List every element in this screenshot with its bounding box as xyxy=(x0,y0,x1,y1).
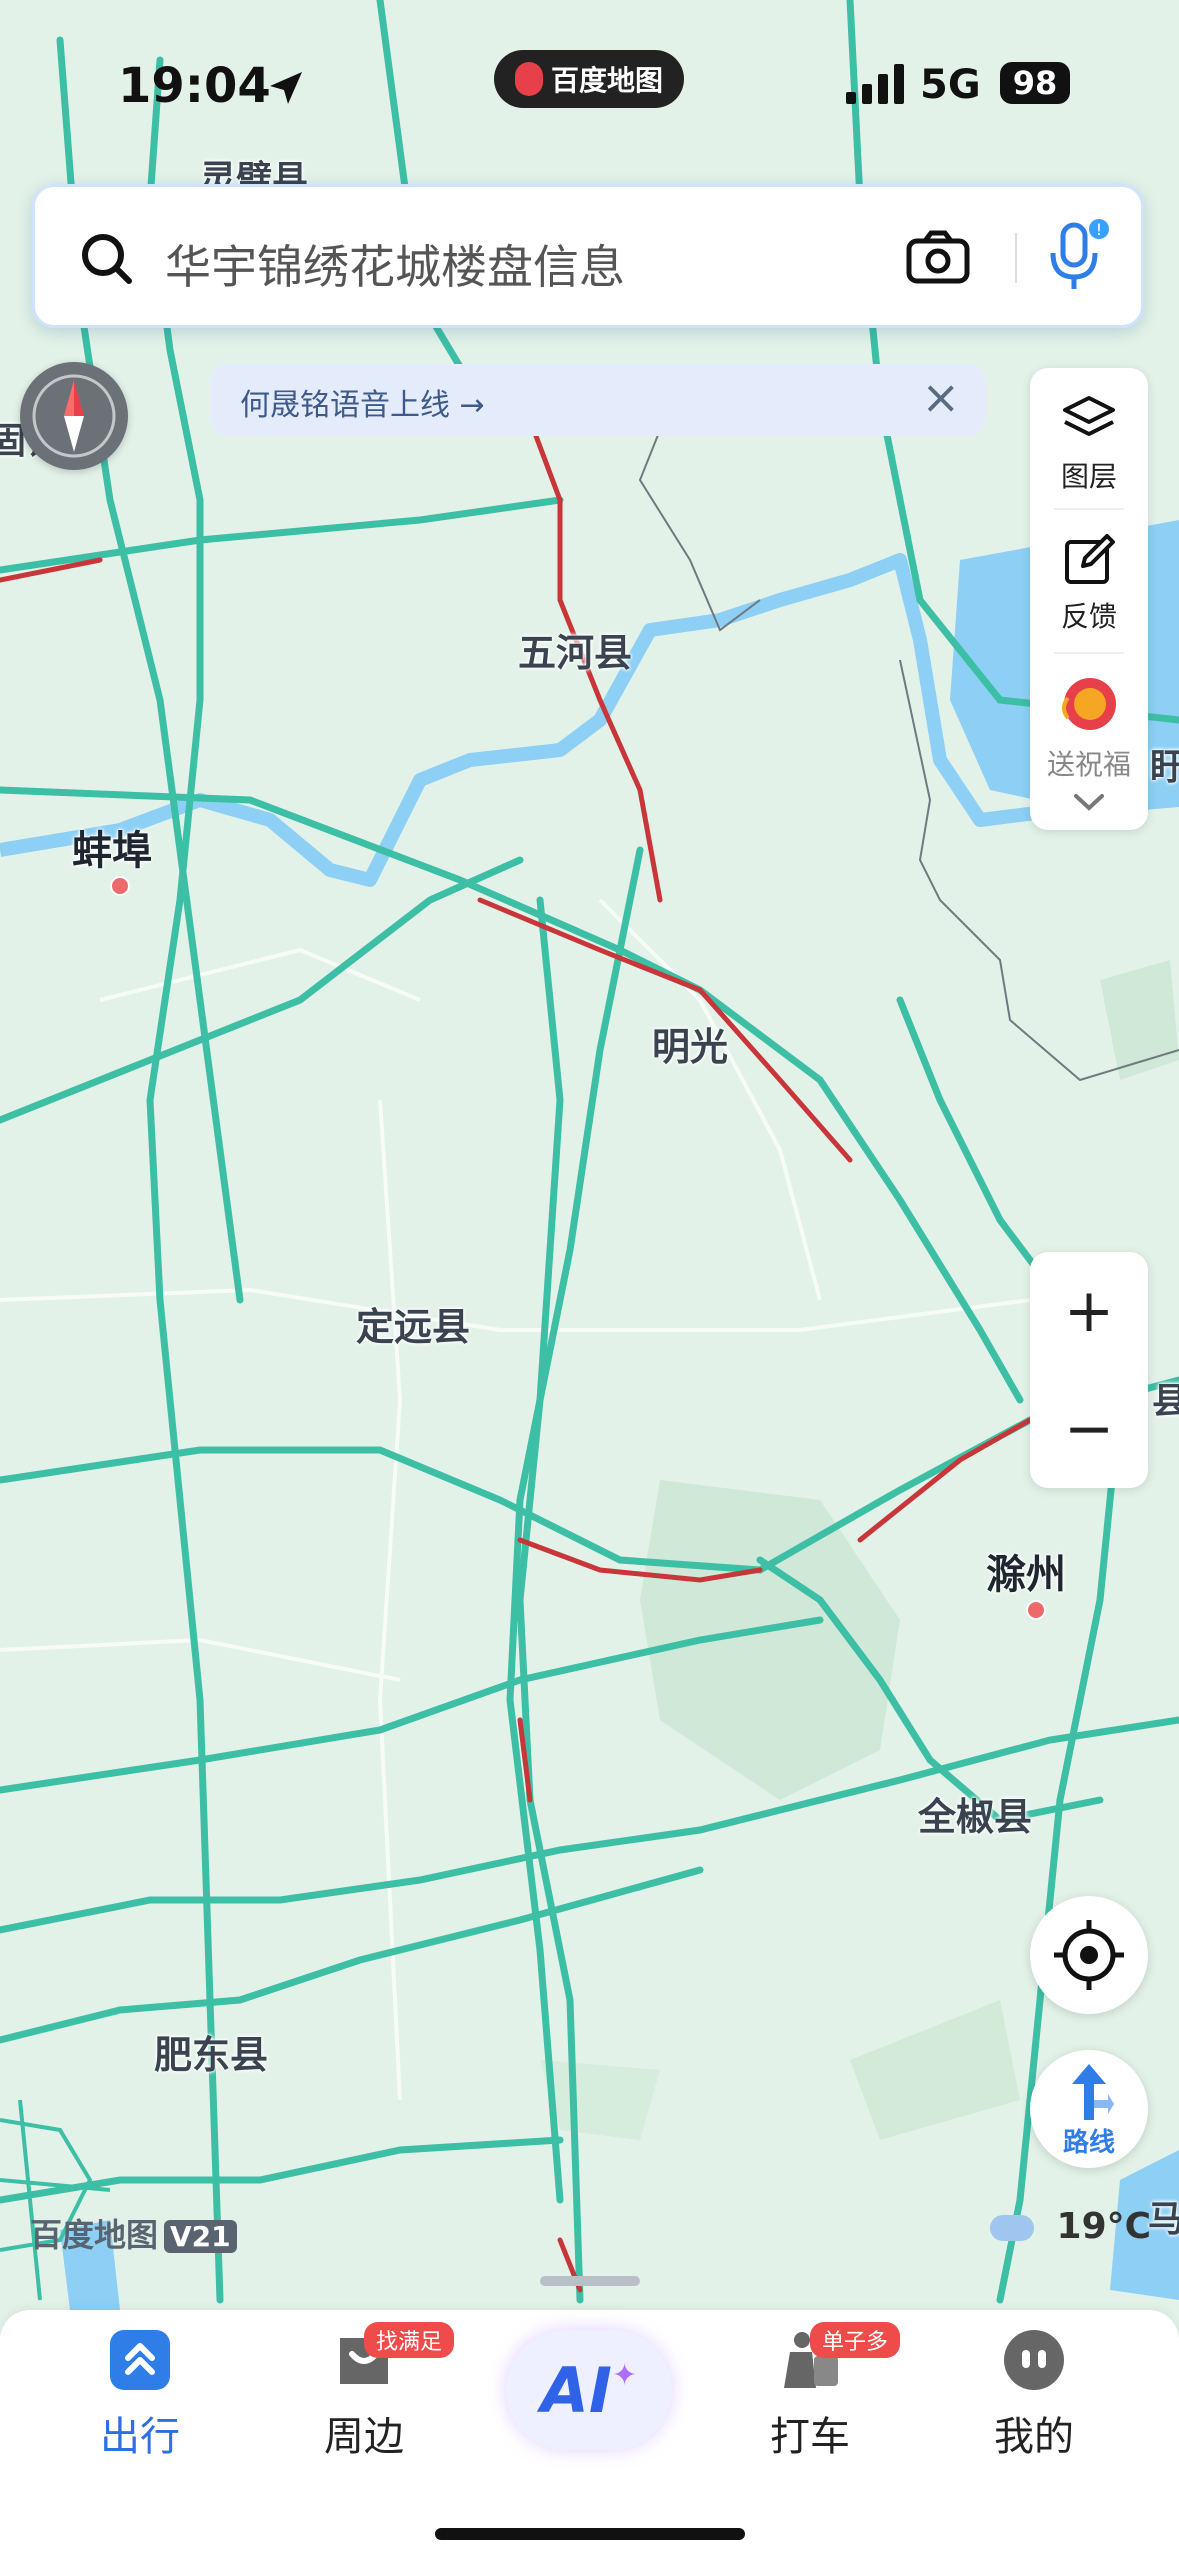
weather-widget[interactable]: 19°C xyxy=(990,2206,1151,2247)
battery-level: 98 xyxy=(1000,62,1070,104)
bless-button[interactable]: 送祝福 xyxy=(1030,672,1148,783)
zoom-control: + − xyxy=(1030,1252,1148,1488)
layers-label: 图层 xyxy=(1060,460,1117,493)
map-brand: 百度地图 V21 xyxy=(30,2210,237,2256)
zoom-out-button[interactable]: − xyxy=(1030,1370,1148,1488)
nav-label: 我的 xyxy=(994,2414,1074,2460)
map-tools-panel: 图层 反馈 送祝福 xyxy=(1030,368,1148,830)
county-label[interactable]: 定远县 xyxy=(356,1296,470,1351)
bless-label: 送祝福 xyxy=(1046,748,1131,781)
edit-icon xyxy=(1065,534,1115,584)
layers-icon xyxy=(1063,396,1115,436)
chevron-down-icon[interactable] xyxy=(1072,792,1106,814)
location-arrow-icon xyxy=(270,72,302,104)
nav-label: 打车 xyxy=(770,2414,850,2460)
nav-item-profile[interactable]: 我的 xyxy=(954,2328,1114,2462)
compass-button[interactable] xyxy=(20,362,128,470)
search-divider xyxy=(1015,233,1017,283)
search-placeholder[interactable]: 华宇锦绣花城楼盘信息 xyxy=(165,231,625,297)
county-label[interactable]: 全椒县 xyxy=(918,1786,1032,1841)
microphone-icon[interactable]: ! xyxy=(1043,217,1113,297)
city-dot[interactable] xyxy=(110,876,130,896)
sparkle-icon: ✦ xyxy=(611,2357,638,2393)
baidu-map-logo-icon xyxy=(514,62,543,96)
ai-label: AI xyxy=(540,2353,612,2427)
county-label[interactable]: 明光 xyxy=(652,1016,728,1071)
county-label[interactable]: 肥东县 xyxy=(154,2024,268,2079)
city-label[interactable]: 蚌埠 xyxy=(72,818,152,876)
route-button[interactable]: 路线 xyxy=(1030,2050,1148,2168)
temperature: 19°C xyxy=(1056,2206,1152,2247)
status-bar: 19:04 百度地图 5G 98 xyxy=(0,50,1179,120)
network-type: 5G xyxy=(920,62,981,108)
panel-divider xyxy=(1054,508,1124,510)
camera-icon[interactable] xyxy=(905,227,971,287)
edge-label: 县 xyxy=(1152,1381,1179,1422)
home-indicator[interactable] xyxy=(435,2528,745,2540)
panel-divider xyxy=(1054,652,1124,654)
status-time: 19:04 xyxy=(118,58,271,114)
nav-label: 周边 xyxy=(324,2414,404,2460)
signal-icon xyxy=(846,64,904,104)
nav-item-ai[interactable]: AI ✦ xyxy=(506,2330,672,2450)
route-label: 路线 xyxy=(1062,2128,1115,2158)
feedback-button[interactable]: 反馈 xyxy=(1030,532,1148,635)
nav-badge: 单子多 xyxy=(810,2322,901,2358)
notice-banner[interactable]: 何晟铭语音上线 → × xyxy=(210,364,986,436)
svg-text:!: ! xyxy=(1096,220,1102,239)
cloud-icon xyxy=(990,2215,1034,2241)
feedback-label: 反馈 xyxy=(1060,600,1117,633)
county-label[interactable]: 五河县 xyxy=(518,622,632,677)
sheet-drag-handle[interactable] xyxy=(540,2276,640,2286)
bless-icon xyxy=(1062,678,1116,730)
app-badge[interactable]: 百度地图 xyxy=(494,50,684,108)
crosshair-icon xyxy=(1054,1920,1124,1990)
brand-name: 百度地图 xyxy=(30,2216,159,2254)
compass-needle-icon xyxy=(32,374,116,458)
nav-item-taxi[interactable]: 单子多 打车 xyxy=(730,2322,901,2462)
route-arrow-icon xyxy=(1072,2064,1114,2120)
nav-item-nearby[interactable]: 找满足 周边 xyxy=(284,2322,455,2462)
profile-icon xyxy=(1004,2330,1064,2390)
layers-button[interactable]: 图层 xyxy=(1030,392,1148,495)
brand-version: V21 xyxy=(164,2220,237,2253)
travel-icon xyxy=(110,2330,170,2390)
city-dot[interactable] xyxy=(1026,1600,1046,1620)
edge-label: 盱 xyxy=(1150,747,1179,788)
zoom-in-button[interactable]: + xyxy=(1030,1252,1148,1370)
nav-label: 出行 xyxy=(100,2414,180,2460)
edge-label: 马 xyxy=(1148,2199,1179,2240)
locate-button[interactable] xyxy=(1030,1896,1148,2014)
app-badge-label: 百度地图 xyxy=(550,64,663,97)
nav-badge: 找满足 xyxy=(364,2322,455,2358)
notice-close-button[interactable]: × xyxy=(921,370,960,424)
nav-item-travel[interactable]: 出行 xyxy=(60,2328,220,2462)
notice-text[interactable]: 何晟铭语音上线 → xyxy=(240,380,485,424)
city-label[interactable]: 滁州 xyxy=(986,1542,1066,1600)
search-bar[interactable]: 华宇锦绣花城楼盘信息 ! xyxy=(32,184,1144,328)
search-icon xyxy=(82,234,132,284)
